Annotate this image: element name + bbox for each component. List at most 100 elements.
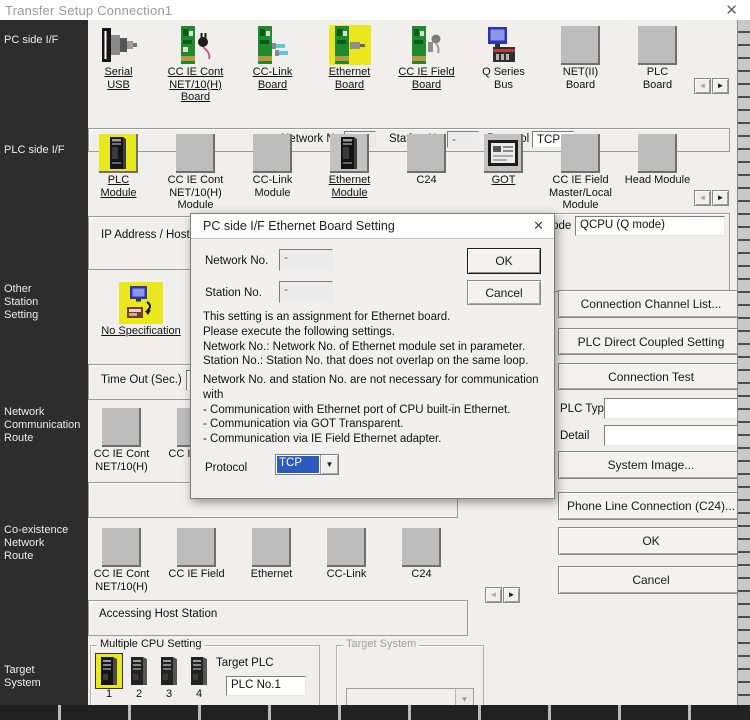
connection-test-button[interactable]: Connection Test bbox=[558, 363, 744, 390]
plc-item-label: CC-Link Module bbox=[234, 174, 311, 199]
plc-row-scroll: ◄ ► bbox=[694, 190, 729, 206]
pc-item-label: Serial USB bbox=[80, 66, 157, 91]
plc-item-cc-link-module[interactable]: CC-Link Module bbox=[234, 133, 311, 212]
plc-item-plc-module[interactable]: PLC Module bbox=[80, 133, 157, 212]
pc-item-plc-board[interactable]: PLC Board bbox=[619, 25, 696, 104]
coex-item-cc-link[interactable]: CC-Link bbox=[309, 527, 384, 593]
dialog-cancel-button[interactable]: Cancel bbox=[467, 280, 541, 305]
cancel-button[interactable]: Cancel bbox=[558, 566, 744, 594]
ethernet-board-icon bbox=[329, 25, 371, 65]
gray-module-icon bbox=[326, 527, 368, 567]
multiple-cpu-legend: Multiple CPU Setting bbox=[97, 638, 205, 650]
cpu-3[interactable]: 3 bbox=[155, 654, 183, 700]
no-specification-label: No Specification bbox=[86, 325, 196, 338]
dialog-ok-button[interactable]: OK bbox=[467, 248, 541, 274]
serial-usb-icon bbox=[98, 25, 140, 65]
gray-module-icon bbox=[637, 133, 679, 173]
pc-item-cc-ie-cont-board[interactable]: CC IE Cont NET/10(H) Board bbox=[157, 25, 234, 104]
pc-item-net2-board[interactable]: NET(II) Board bbox=[542, 25, 619, 104]
multiple-cpu-group: Multiple CPU Setting 1 2 3 bbox=[90, 645, 320, 707]
gray-board-icon bbox=[560, 25, 602, 65]
coex-label: C24 bbox=[384, 568, 459, 581]
title-bar: Transfer Setup Connection1 ✕ bbox=[0, 0, 750, 20]
cpu-4[interactable]: 4 bbox=[185, 654, 213, 700]
scroll-right-icon[interactable]: ► bbox=[503, 587, 520, 603]
dropdown-arrow-icon[interactable]: ▼ bbox=[320, 455, 338, 474]
scroll-right-icon[interactable]: ► bbox=[712, 190, 729, 206]
plc-item-got[interactable]: GOT bbox=[465, 133, 542, 212]
connection-channel-list-button[interactable]: Connection Channel List... bbox=[558, 290, 744, 318]
cpu-1[interactable]: 1 bbox=[95, 654, 123, 700]
plc-item-label: Ethernet Module bbox=[311, 174, 388, 199]
sidebar-item-target-system: Target System bbox=[4, 664, 41, 690]
pc-item-cc-ie-field-board[interactable]: CC IE Field Board bbox=[388, 25, 465, 104]
phone-line-connection-button[interactable]: Phone Line Connection (C24)... bbox=[558, 492, 744, 520]
gray-module-icon bbox=[101, 527, 143, 567]
target-plc-field: PLC No.1 bbox=[226, 676, 306, 696]
other-station-no-spec[interactable]: No Specification bbox=[86, 282, 196, 338]
pc-item-label: NET(II) Board bbox=[542, 66, 619, 91]
pc-item-serial-usb[interactable]: Serial USB bbox=[80, 25, 157, 104]
sidebar-item-pc-side: PC side I/F bbox=[4, 34, 58, 47]
sidebar-item-network-route: Network Communication Route bbox=[4, 406, 80, 445]
plc-item-label: CC IE Cont NET/10(H) Module bbox=[157, 174, 234, 212]
pc-side-icon-row: Serial USB bbox=[80, 25, 696, 104]
q-series-bus-icon bbox=[483, 25, 525, 65]
window-close-icon[interactable]: ✕ bbox=[725, 1, 738, 19]
gray-board-icon bbox=[637, 25, 679, 65]
cpu-2[interactable]: 2 bbox=[125, 654, 153, 700]
scroll-left-icon[interactable]: ◄ bbox=[694, 78, 711, 94]
pc-item-label: PLC Board bbox=[619, 66, 696, 91]
pc-item-ethernet-board[interactable]: Ethernet Board bbox=[311, 25, 388, 104]
coex-label: Ethernet bbox=[234, 568, 309, 581]
scroll-left-icon[interactable]: ◄ bbox=[694, 190, 711, 206]
coex-item-cc-ie-field[interactable]: CC IE Field bbox=[159, 527, 234, 593]
gray-module-icon bbox=[176, 527, 218, 567]
pc-row-scroll: ◄ ► bbox=[694, 78, 729, 94]
coex-row-scroll: ◄ ► bbox=[485, 587, 520, 603]
dialog-description: This setting is an assignment for Ethern… bbox=[203, 310, 548, 369]
plc-item-ethernet-module[interactable]: Ethernet Module bbox=[311, 133, 388, 212]
protocol-dropdown[interactable]: TCP ▼ bbox=[275, 454, 339, 475]
cpu-tower-icon bbox=[126, 654, 152, 688]
target-plc-label: Target PLC bbox=[216, 657, 274, 669]
dialog-note: Network No. and station No. are not nece… bbox=[203, 373, 548, 447]
dialog-title-bar: PC side I/F Ethernet Board Setting ✕ bbox=[191, 214, 554, 239]
plc-item-cc-ie-field-master[interactable]: CC IE Field Master/Local Module bbox=[542, 133, 619, 212]
coex-item-cc-ie-cont[interactable]: CC IE Cont NET/10(H) bbox=[84, 527, 159, 593]
coexistence-route-row: CC IE Cont NET/10(H) CC IE Field Etherne… bbox=[84, 527, 459, 593]
plc-item-head-module[interactable]: Head Module bbox=[619, 133, 696, 212]
cpu-tower-icon bbox=[96, 654, 122, 688]
plc-module-icon bbox=[98, 133, 140, 173]
dialog-station-no-field[interactable]: - bbox=[279, 281, 333, 303]
pc-item-q-series-bus[interactable]: Q Series Bus bbox=[465, 25, 542, 104]
ok-button[interactable]: OK bbox=[558, 527, 744, 555]
system-image-button[interactable]: System Image... bbox=[558, 451, 744, 479]
plc-item-cc-ie-cont-module[interactable]: CC IE Cont NET/10(H) Module bbox=[157, 133, 234, 212]
plc-item-label: Head Module bbox=[619, 174, 696, 187]
scroll-left-icon[interactable]: ◄ bbox=[485, 587, 502, 603]
plc-side-icon-row: PLC Module CC IE Cont NET/10(H) Module C… bbox=[80, 133, 696, 212]
plc-mode-field: QCPU (Q mode) bbox=[575, 216, 725, 236]
dialog-close-icon[interactable]: ✕ bbox=[533, 218, 544, 234]
plc-item-label: GOT bbox=[465, 174, 542, 187]
dialog-network-no-field[interactable]: - bbox=[279, 249, 333, 271]
plc-item-c24[interactable]: C24 bbox=[388, 133, 465, 212]
sidebar-item-other-station: Other Station Setting bbox=[4, 283, 38, 322]
coex-item-c24[interactable]: C24 bbox=[384, 527, 459, 593]
cc-ie-cont-board-icon bbox=[175, 25, 217, 65]
gray-module-icon bbox=[101, 407, 143, 447]
sidebar-item-plc-side: PLC side I/F bbox=[4, 144, 65, 157]
net-route-item-cc-ie-cont[interactable]: CC IE Cont NET/10(H) bbox=[84, 407, 159, 473]
pc-item-label: CC IE Cont NET/10(H) Board bbox=[157, 66, 234, 104]
plc-direct-coupled-button[interactable]: PLC Direct Coupled Setting bbox=[558, 328, 744, 355]
coex-item-ethernet[interactable]: Ethernet bbox=[234, 527, 309, 593]
scroll-right-icon[interactable]: ► bbox=[712, 78, 729, 94]
gray-module-icon bbox=[251, 527, 293, 567]
pc-item-cc-link-board[interactable]: CC-Link Board bbox=[234, 25, 311, 104]
plc-item-label: C24 bbox=[388, 174, 465, 187]
plc-item-label: PLC Module bbox=[80, 174, 157, 199]
cpu-number: 1 bbox=[95, 688, 123, 700]
cpu-number: 4 bbox=[185, 688, 213, 700]
transfer-setup-window: Transfer Setup Connection1 ✕ Serial USB bbox=[0, 0, 750, 720]
